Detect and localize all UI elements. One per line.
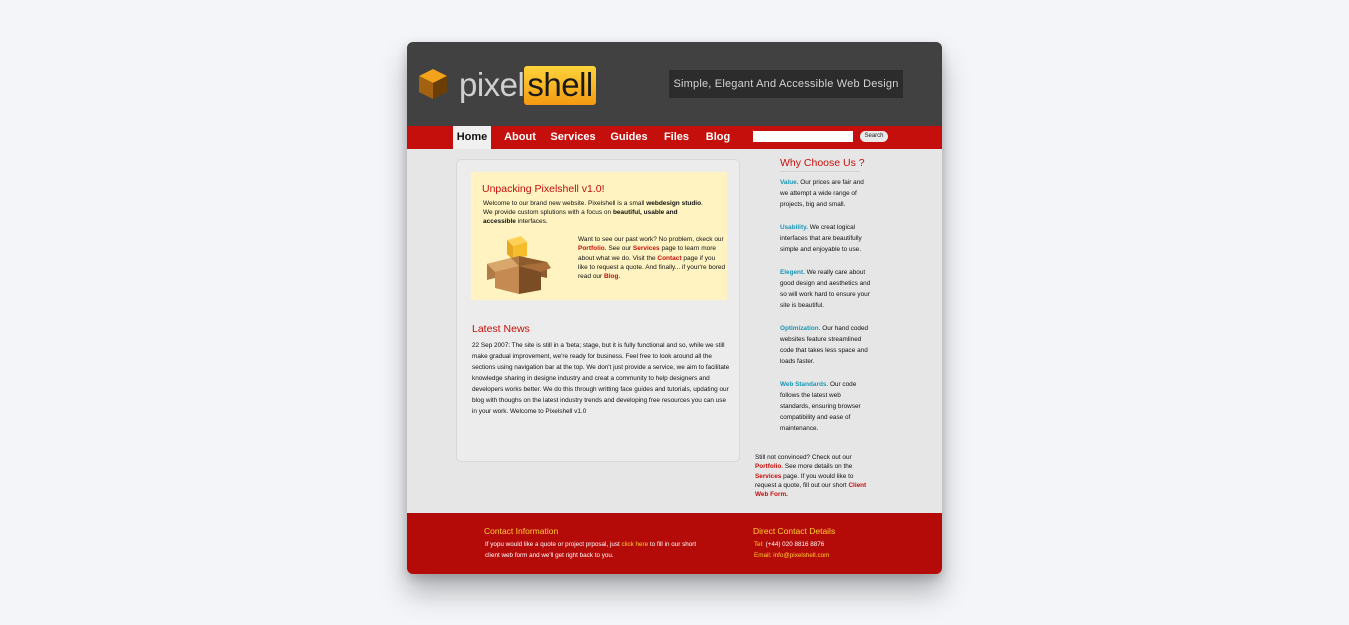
email-link[interactable]: info@pixelshell.com bbox=[773, 552, 829, 559]
portfolio-link[interactable]: Portfolio bbox=[578, 245, 605, 252]
list-item: Usability. We creat logical interfaces t… bbox=[780, 224, 862, 253]
tagline: Simple, Elegant And Accessible Web Desig… bbox=[669, 70, 903, 98]
latest-news-title: Latest News bbox=[472, 323, 530, 335]
main-content-panel: Unpacking Pixelshell v1.0! Welcome to ou… bbox=[456, 159, 740, 462]
why-choose-us-title: Why Choose Us ? bbox=[780, 157, 865, 169]
nav-home[interactable]: Home bbox=[453, 126, 491, 149]
services-link[interactable]: Services bbox=[633, 245, 660, 252]
cube-logo-icon bbox=[419, 69, 447, 99]
search-input[interactable] bbox=[753, 131, 853, 142]
latest-news-text: 22 Sep 2007: The site is still in a 'bet… bbox=[472, 342, 730, 415]
phone-number: (+44) 020 8816 8876 bbox=[765, 541, 825, 548]
nav-guides[interactable]: Guides bbox=[608, 126, 650, 149]
list-item: Web Standards. Our code follows the late… bbox=[780, 381, 861, 432]
intro-side-paragraph: Want to see our past work? No problem, c… bbox=[578, 236, 726, 281]
site-header: pixelshell Simple, Elegant And Accessibl… bbox=[407, 42, 942, 126]
nav-blog[interactable]: Blog bbox=[703, 126, 733, 149]
intro-title: Unpacking Pixelshell v1.0! bbox=[482, 183, 605, 195]
contact-info-text: If yopu would like a quote or project pr… bbox=[485, 541, 697, 559]
list-item: Value. Our prices are fair and we attemp… bbox=[780, 179, 864, 208]
title-divider bbox=[780, 171, 860, 172]
site-logo[interactable]: pixelshell bbox=[417, 64, 596, 105]
direct-contact-details: Tel: (+44) 020 8816 8876 Email: info@pix… bbox=[754, 541, 830, 559]
search-button[interactable]: Search bbox=[860, 131, 888, 142]
intro-paragraph: Welcome to our brand new website. Pixels… bbox=[483, 200, 703, 225]
open-box-icon bbox=[487, 236, 551, 294]
list-item: Elegent. We really care about good desig… bbox=[780, 269, 871, 309]
sidebar-services-link[interactable]: Services bbox=[755, 473, 781, 480]
nav-files[interactable]: Files bbox=[661, 126, 692, 149]
contact-info-title: Contact Information bbox=[484, 526, 559, 536]
logo-text-pixel: pixel bbox=[459, 65, 525, 103]
sidebar-footer-text: Still not convinced? Check out our Portf… bbox=[755, 454, 867, 499]
direct-contact-title: Direct Contact Details bbox=[753, 526, 836, 536]
nav-about[interactable]: About bbox=[501, 126, 539, 149]
blog-link[interactable]: Blog bbox=[604, 273, 618, 280]
logo-text-shell: shell bbox=[524, 65, 596, 105]
contact-link[interactable]: Contact bbox=[657, 255, 681, 262]
list-item: Optimization. Our hand coded websites fe… bbox=[780, 325, 869, 365]
why-choose-us-list: Value. Our prices are fair and we attemp… bbox=[780, 177, 872, 446]
intro-box: Unpacking Pixelshell v1.0! Welcome to ou… bbox=[471, 172, 727, 300]
nav-services[interactable]: Services bbox=[549, 126, 597, 149]
browser-window: pixelshell Simple, Elegant And Accessibl… bbox=[407, 42, 942, 574]
site-footer: Contact Information If yopu would like a… bbox=[407, 513, 942, 574]
main-nav: Home About Services Guides Files Blog Se… bbox=[407, 126, 942, 149]
sidebar-portfolio-link[interactable]: Portfolio bbox=[755, 463, 781, 470]
click-here-link[interactable]: click here bbox=[622, 541, 649, 548]
